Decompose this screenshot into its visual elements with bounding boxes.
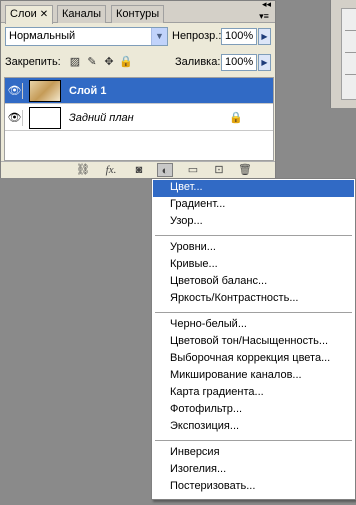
opacity-slider-button[interactable]: ▶ (258, 28, 271, 45)
menu-item-gradient-map[interactable]: Карта градиента... (153, 385, 354, 402)
layer-thumbnail (29, 107, 61, 129)
menu-item-solid-color[interactable]: Цвет... (153, 180, 354, 197)
menu-item-photo-filter[interactable]: Фотофильтр... (153, 402, 354, 419)
lock-transparency-icon[interactable]: ▨ (68, 55, 82, 69)
eye-icon[interactable]: 👁 (7, 110, 23, 126)
tab-layers-label: Слои (10, 8, 37, 20)
new-layer-icon[interactable]: ⊡ (211, 163, 227, 177)
blend-opacity-row: Нормальный ▼ Непрозр.: 100% ▶ (5, 27, 273, 47)
menu-separator (155, 312, 352, 313)
fill-input[interactable]: 100% (221, 54, 257, 71)
opacity-label: Непрозр.: (172, 30, 222, 42)
collapse-icon[interactable]: ◂◂ (262, 0, 271, 9)
lock-pixels-icon[interactable]: ✎ (85, 55, 99, 69)
panel-menu-icon[interactable]: ▾≡ (257, 12, 271, 27)
menu-item-curves[interactable]: Кривые... (153, 257, 354, 274)
tab-paths-label: Контуры (116, 8, 160, 20)
lock-icon: 🔒 (229, 112, 243, 124)
tab-layers[interactable]: Слои ✕ (5, 5, 54, 24)
link-layers-icon[interactable]: ⛓ (75, 163, 91, 177)
menu-item-channel-mixer[interactable]: Микширование каналов... (153, 368, 354, 385)
menu-item-brightness-contrast[interactable]: Яркость/Контрастность... (153, 291, 354, 308)
layers-bottom-toolbar: ⛓ fx. ◙ ◐ ▭ ⊡ 🗑 (1, 161, 275, 178)
menu-item-selective-color[interactable]: Выборочная коррекция цвета... (153, 351, 354, 368)
layer-name: Слой 1 (69, 85, 107, 97)
new-group-icon[interactable]: ▭ (185, 163, 201, 177)
lock-all-icon[interactable]: 🔒 (119, 55, 133, 69)
blend-mode-select[interactable]: Нормальный ▼ (5, 27, 168, 46)
layers-panel: Слои ✕ Каналы Контуры ◂◂ ▾≡ Нормальный ▼ … (0, 0, 276, 178)
menu-separator (155, 440, 352, 441)
menu-item-color-balance[interactable]: Цветовой баланс... (153, 274, 354, 291)
background-window-scrollbar (341, 8, 356, 100)
tab-channels[interactable]: Каналы (57, 5, 107, 23)
adjustment-layer-menu: Цвет... Градиент... Узор... Уровни... Кр… (151, 178, 356, 500)
menu-item-threshold[interactable]: Изогелия... (153, 462, 354, 479)
add-mask-icon[interactable]: ◙ (131, 163, 147, 177)
menu-item-gradient[interactable]: Градиент... (153, 197, 354, 214)
menu-item-invert[interactable]: Инверсия (153, 445, 354, 462)
layer-row[interactable]: 👁 Слой 1 (5, 78, 273, 104)
menu-item-exposure[interactable]: Экспозиция... (153, 419, 354, 436)
opacity-input[interactable]: 100% (221, 28, 257, 45)
divider (345, 30, 356, 31)
eye-icon[interactable]: 👁 (7, 83, 23, 99)
close-icon[interactable]: ✕ (40, 9, 48, 20)
menu-item-hue-saturation[interactable]: Цветовой тон/Насыщенность... (153, 334, 354, 351)
menu-item-black-white[interactable]: Черно-белый... (153, 317, 354, 334)
layer-row[interactable]: 👁 Задний план 🔒 (5, 105, 273, 131)
layer-style-icon[interactable]: fx. (103, 163, 119, 177)
fill-label: Заливка: (175, 56, 221, 68)
trash-icon[interactable]: 🗑 (237, 163, 253, 177)
layer-name: Задний план (69, 112, 134, 124)
lock-fill-row: Закрепить: ▨ ✎ ✥ 🔒 Заливка: 100% ▶ (5, 53, 273, 73)
divider (345, 52, 356, 53)
blend-mode-value: Нормальный (9, 30, 76, 42)
tab-paths[interactable]: Контуры (111, 5, 165, 23)
fill-slider-button[interactable]: ▶ (258, 54, 271, 71)
divider (345, 74, 356, 75)
menu-item-pattern[interactable]: Узор... (153, 214, 354, 231)
layer-thumbnail (29, 80, 61, 102)
menu-item-posterize[interactable]: Постеризовать... (153, 479, 354, 496)
chevron-down-icon[interactable]: ▼ (151, 28, 167, 45)
menu-item-levels[interactable]: Уровни... (153, 240, 354, 257)
tab-channels-label: Каналы (62, 8, 102, 20)
lock-position-icon[interactable]: ✥ (102, 55, 116, 69)
menu-separator (155, 235, 352, 236)
background-window-edge (330, 0, 356, 108)
adjustment-layer-icon[interactable]: ◐ (157, 163, 173, 177)
lock-label: Закрепить: (5, 56, 61, 68)
layers-list: 👁 Слой 1 👁 Задний план 🔒 (4, 77, 274, 161)
panel-tab-bar: Слои ✕ Каналы Контуры ◂◂ ▾≡ (1, 0, 275, 24)
